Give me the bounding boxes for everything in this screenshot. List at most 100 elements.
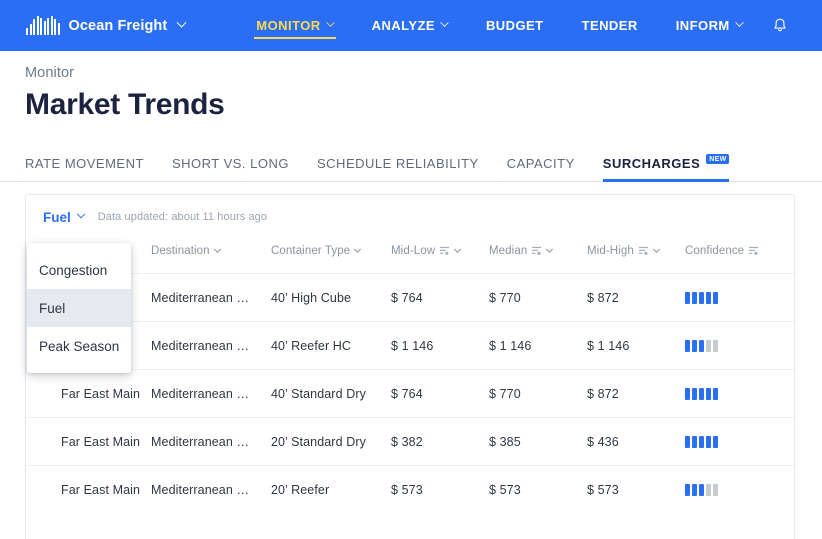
confidence-meter bbox=[685, 387, 794, 400]
col-header-label: Destination bbox=[151, 245, 210, 257]
cell-confidence bbox=[685, 417, 794, 466]
cell-lane: Far East Main bbox=[26, 417, 151, 466]
surcharge-type-value: Fuel bbox=[43, 209, 71, 225]
cell-destination: Mediterranean … bbox=[151, 417, 271, 466]
chevron-down-icon bbox=[734, 18, 744, 27]
data-updated-text: Data updated: about 11 hours ago bbox=[97, 211, 268, 223]
tab-rate-movement[interactable]: RATE MOVEMENT bbox=[25, 145, 158, 181]
col-header-confidence[interactable]: Confidence bbox=[685, 239, 794, 274]
info-icon[interactable] bbox=[440, 246, 450, 256]
confidence-segment bbox=[706, 483, 711, 496]
brand-name: Ocean Freight bbox=[68, 17, 168, 34]
cell-lane: Far East Main bbox=[26, 369, 151, 418]
table-row[interactable]: Far East Main Mediterranean … 20’ Reefer $ … bbox=[26, 465, 794, 514]
cell-median: $ 770 bbox=[489, 369, 587, 418]
table-row[interactable]: Mediterranean … 40’ High Cube $ 764 $ 770 $ … bbox=[26, 273, 794, 322]
col-header-label: Mid-High bbox=[587, 245, 634, 257]
tab-label: RATE MOVEMENT bbox=[25, 155, 144, 171]
table-head: Destination Container Type Mid-Low Media… bbox=[26, 239, 794, 274]
page-title: Market Trends bbox=[25, 88, 225, 121]
cell-confidence bbox=[685, 465, 794, 514]
cell-median: $ 770 bbox=[489, 273, 587, 322]
cell-median: $ 385 bbox=[489, 417, 587, 466]
new-badge: NEW bbox=[706, 154, 730, 164]
confidence-segment bbox=[692, 387, 697, 400]
col-header-label: Median bbox=[489, 245, 528, 257]
cell-mid-high: $ 573 bbox=[587, 465, 685, 514]
confidence-segment bbox=[685, 435, 690, 448]
cell-container-type: 20’ Standard Dry bbox=[271, 417, 391, 466]
cell-median: $ 1 146 bbox=[489, 321, 587, 370]
col-header-destination[interactable]: Destination bbox=[151, 239, 271, 274]
cell-lane: Far East Main bbox=[26, 465, 151, 514]
breadcrumb: Monitor bbox=[25, 65, 75, 81]
dropdown-item-congestion[interactable]: Congestion bbox=[27, 251, 131, 289]
confidence-segment bbox=[699, 435, 704, 448]
tab-capacity[interactable]: CAPACITY bbox=[493, 145, 589, 181]
dropdown-item-fuel[interactable]: Fuel bbox=[27, 289, 131, 327]
info-icon[interactable] bbox=[532, 246, 542, 256]
main-nav: MONITOR ANALYZE BUDGET TENDER INFORM bbox=[237, 0, 761, 51]
nav-item-tender[interactable]: TENDER bbox=[563, 0, 657, 51]
cell-mid-high: $ 872 bbox=[587, 369, 685, 418]
tab-surcharges[interactable]: SURCHARGES NEW bbox=[589, 145, 744, 182]
confidence-segment bbox=[713, 291, 718, 304]
tab-label: SCHEDULE RELIABILITY bbox=[317, 155, 479, 171]
table-row[interactable]: Far East Main Mediterranean … 40’ Standard… bbox=[26, 369, 794, 418]
tab-short-vs-long[interactable]: SHORT VS. LONG bbox=[158, 145, 303, 181]
info-icon[interactable] bbox=[638, 246, 649, 256]
card-toolbar: Fuel Data updated: about 11 hours ago bbox=[26, 195, 794, 239]
cell-container-type: 40’ Standard Dry bbox=[271, 369, 391, 418]
chevron-down-icon[interactable] bbox=[213, 245, 221, 253]
chevron-down-icon bbox=[76, 209, 86, 219]
nav-item-analyze[interactable]: ANALYZE bbox=[353, 0, 467, 51]
cell-destination: Mediterranean … bbox=[151, 273, 271, 322]
col-header-label: Confidence bbox=[685, 245, 745, 257]
confidence-segment bbox=[706, 339, 711, 352]
table-header-row: Destination Container Type Mid-Low Media… bbox=[26, 239, 794, 274]
col-header-label: Mid-Low bbox=[391, 245, 436, 257]
nav-item-label: MONITOR bbox=[256, 18, 321, 33]
section-tabs: RATE MOVEMENT SHORT VS. LONG SCHEDULE RE… bbox=[0, 146, 822, 182]
chevron-down-icon[interactable] bbox=[546, 245, 554, 253]
chevron-down-icon[interactable] bbox=[176, 17, 187, 28]
table-row[interactable]: Far East Main Mediterranean … 20’ Standard… bbox=[26, 417, 794, 466]
col-header-mid-low[interactable]: Mid-Low bbox=[391, 239, 489, 274]
confidence-segment bbox=[692, 291, 697, 304]
cell-mid-high: $ 872 bbox=[587, 273, 685, 322]
chevron-down-icon[interactable] bbox=[652, 245, 660, 253]
nav-item-monitor[interactable]: MONITOR bbox=[237, 0, 352, 51]
table-row[interactable]: Mediterranean … 40’ Reefer HC $ 1 146 $ 1 1… bbox=[26, 321, 794, 370]
confidence-segment bbox=[706, 291, 711, 304]
chevron-down-icon[interactable] bbox=[354, 245, 362, 253]
chevron-down-icon[interactable] bbox=[454, 245, 462, 253]
confidence-segment bbox=[699, 483, 704, 496]
brand-logo-button[interactable]: Ocean Freight bbox=[26, 16, 187, 35]
surcharge-type-dropdown: Congestion Fuel Peak Season bbox=[27, 243, 131, 373]
confidence-segment bbox=[685, 483, 690, 496]
tab-schedule-reliability[interactable]: SCHEDULE RELIABILITY bbox=[303, 145, 493, 181]
col-header-median[interactable]: Median bbox=[489, 239, 587, 274]
confidence-segment bbox=[699, 387, 704, 400]
cell-mid-low: $ 382 bbox=[391, 417, 489, 466]
cell-mid-low: $ 764 bbox=[391, 273, 489, 322]
nav-item-inform[interactable]: INFORM bbox=[657, 0, 762, 51]
surcharges-table: Destination Container Type Mid-Low Media… bbox=[26, 239, 794, 514]
cell-container-type: 20’ Reefer bbox=[271, 465, 391, 514]
confidence-segment bbox=[692, 483, 697, 496]
cell-confidence bbox=[685, 273, 794, 322]
surcharges-card: Fuel Data updated: about 11 hours ago De… bbox=[25, 194, 795, 539]
confidence-segment bbox=[692, 339, 697, 352]
tab-label: SURCHARGES bbox=[602, 155, 701, 171]
surcharge-type-select[interactable]: Fuel bbox=[43, 209, 86, 225]
info-icon[interactable] bbox=[749, 246, 759, 256]
col-header-container-type[interactable]: Container Type bbox=[271, 239, 391, 274]
confidence-segment bbox=[706, 435, 711, 448]
confidence-segment bbox=[713, 483, 718, 496]
col-header-mid-high[interactable]: Mid-High bbox=[587, 239, 685, 274]
confidence-segment bbox=[699, 291, 704, 304]
notifications-button[interactable] bbox=[764, 10, 796, 42]
dropdown-item-peak-season[interactable]: Peak Season bbox=[27, 327, 131, 365]
nav-item-budget[interactable]: BUDGET bbox=[467, 0, 563, 51]
confidence-segment bbox=[692, 435, 697, 448]
